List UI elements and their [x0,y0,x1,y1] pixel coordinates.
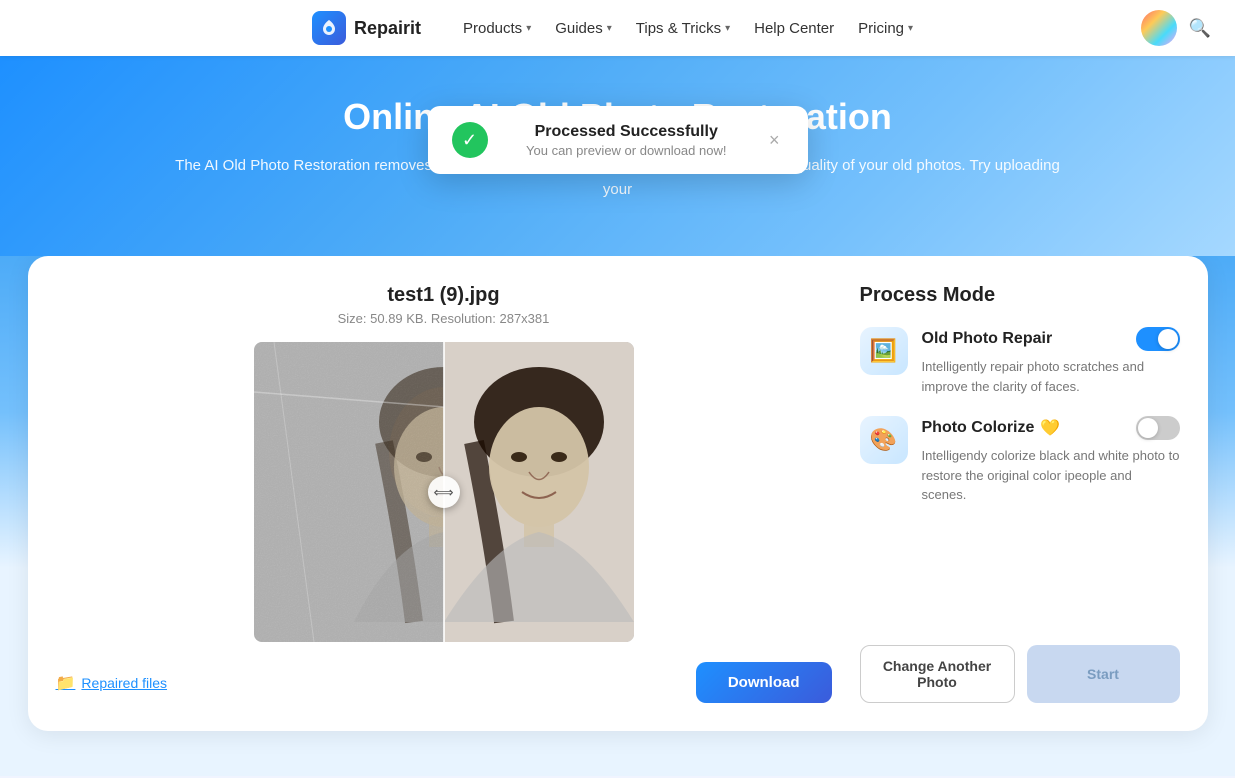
navbar: Repairit Products ▾ Guides ▾ Tips & Tric… [0,0,1235,56]
success-check-icon: ✓ [452,122,488,158]
nav-avatar[interactable] [1141,10,1177,46]
nav-item-tips-label: Tips & Tricks [636,20,721,37]
right-panel: Process Mode 🖼️ Old Photo Repair Intelli… [860,284,1180,703]
nav-item-products[interactable]: Products ▾ [453,14,541,43]
old-photo-repair-body: Old Photo Repair Intelligently repair ph… [922,327,1180,396]
mode-name-colorize: Photo Colorize [922,419,1035,437]
toggle-old-photo-repair[interactable] [1136,327,1180,351]
photo-after [444,342,634,642]
notification-close-button[interactable]: × [765,126,784,155]
logo-text: Repairit [354,18,421,39]
products-chevron-icon: ▾ [526,23,531,34]
content-card: test1 (9).jpg Size: 50.89 KB. Resolution… [28,256,1208,731]
mode-name-row-colorize: Photo Colorize 💛 [922,418,1061,438]
nav-item-pricing-label: Pricing [858,20,904,37]
tips-chevron-icon: ▾ [725,23,730,34]
nav-item-pricing[interactable]: Pricing ▾ [848,14,923,43]
success-subtitle: You can preview or download now! [502,143,751,158]
bottom-bar: 📁 Repaired files Download [56,662,832,703]
old-photo-repair-icon: 🖼️ [860,327,908,375]
mode-name-row-repair: Old Photo Repair [922,330,1053,348]
start-button[interactable]: Start [1027,645,1180,703]
download-button[interactable]: Download [696,662,832,703]
mode-header-repair: Old Photo Repair [922,327,1180,351]
nav-logo[interactable]: Repairit [312,11,421,45]
photo-colorize-body: Photo Colorize 💛 Intelligendy colorize b… [922,416,1180,505]
nav-item-products-label: Products [463,20,522,37]
mode-item-photo-colorize: 🎨 Photo Colorize 💛 Intelligendy colorize… [860,416,1180,505]
logo-icon [312,11,346,45]
left-panel: test1 (9).jpg Size: 50.89 KB. Resolution… [56,284,832,703]
repaired-files-label: Repaired files [81,675,167,691]
photo-filename: test1 (9).jpg [387,284,499,307]
premium-badge-icon: 💛 [1040,418,1060,438]
guides-chevron-icon: ▾ [607,23,612,34]
nav-item-tips[interactable]: Tips & Tricks ▾ [626,14,740,43]
main-content: test1 (9).jpg Size: 50.89 KB. Resolution… [0,256,1235,776]
change-photo-button[interactable]: Change Another Photo [860,645,1015,703]
nav-right: 🔍 [1141,10,1211,46]
nav-item-help[interactable]: Help Center [744,14,844,43]
hero-section: Online AI Old Photo Restoration The AI O… [0,56,1235,256]
nav-item-guides-label: Guides [555,20,603,37]
folder-icon: 📁 [56,673,76,693]
mode-item-old-photo-repair: 🖼️ Old Photo Repair Intelligently repair… [860,327,1180,396]
success-title: Processed Successfully [502,123,751,141]
toggle-photo-colorize[interactable] [1136,416,1180,440]
nav-item-help-label: Help Center [754,20,834,37]
toggle-knob-repair [1158,329,1178,349]
mode-header-colorize: Photo Colorize 💛 [922,416,1180,440]
toggle-knob-colorize [1138,418,1158,438]
nav-items: Products ▾ Guides ▾ Tips & Tricks ▾ Help… [453,14,923,43]
photo-after-svg [444,342,634,642]
success-text: Processed Successfully You can preview o… [502,123,751,158]
mode-name-repair: Old Photo Repair [922,330,1053,348]
process-mode-title: Process Mode [860,284,1180,307]
search-icon[interactable]: 🔍 [1189,18,1211,39]
mode-desc-repair: Intelligently repair photo scratches and… [922,357,1180,396]
right-bottom-buttons: Change Another Photo Start [860,625,1180,703]
comparison-slider[interactable]: ⟺ [254,342,634,642]
photo-colorize-icon: 🎨 [860,416,908,464]
nav-item-guides[interactable]: Guides ▾ [545,14,622,43]
photo-meta: Size: 50.89 KB. Resolution: 287x381 [338,311,550,326]
slider-handle[interactable]: ⟺ [428,476,460,508]
mode-desc-colorize: Intelligendy colorize black and white ph… [922,446,1180,505]
repaired-files-link[interactable]: 📁 Repaired files [56,673,168,693]
success-notification: ✓ Processed Successfully You can preview… [428,106,808,174]
pricing-chevron-icon: ▾ [908,23,913,34]
